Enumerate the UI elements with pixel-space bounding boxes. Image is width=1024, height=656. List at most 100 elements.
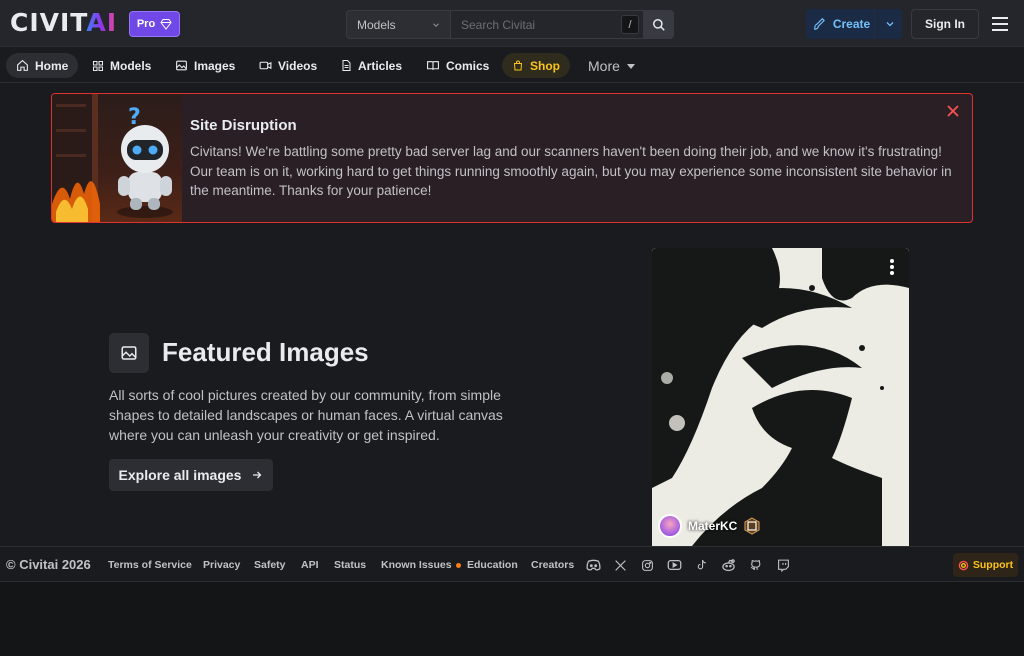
nav-label: More (588, 57, 620, 74)
card-username: MaterKC (688, 519, 738, 533)
card-creator[interactable]: MaterKC (658, 514, 761, 538)
search-input[interactable]: Search Civitai / (451, 10, 644, 39)
main-nav: Home Models Images Videos Articles Comic… (0, 47, 1024, 83)
footer-link-safety[interactable]: Safety (254, 559, 286, 571)
x-icon (614, 559, 626, 571)
status-dot (455, 562, 461, 568)
create-label: Create (832, 17, 871, 31)
footer-link-api[interactable]: API (301, 559, 319, 571)
search-category-select[interactable]: Models (346, 10, 451, 39)
brush-icon (813, 17, 825, 30)
reddit-link[interactable] (720, 557, 736, 573)
home-icon (17, 59, 28, 71)
page-bottom-area (0, 582, 1024, 656)
hamburger-menu-button[interactable] (989, 14, 1011, 34)
footer-link-privacy[interactable]: Privacy (203, 559, 240, 571)
create-main-button[interactable]: Create (806, 9, 878, 39)
nav-item-articles[interactable]: Articles (330, 53, 412, 78)
support-button[interactable]: Support (953, 553, 1018, 577)
nav-label: Articles (358, 58, 403, 73)
search-icon (653, 18, 665, 31)
nav-label: Models (110, 58, 152, 73)
copyright: © Civitai 2026 (6, 557, 91, 572)
nav-item-more[interactable]: More (578, 53, 646, 78)
svg-text:?: ? (128, 105, 141, 130)
avatar (658, 514, 682, 538)
featured-images-icon-box (109, 333, 149, 373)
sign-in-button[interactable]: Sign In (911, 9, 979, 39)
instagram-link[interactable] (639, 557, 655, 573)
dots-vertical-icon (890, 259, 894, 275)
known-issues-label: Known Issues (381, 559, 452, 571)
github-link[interactable] (747, 557, 763, 573)
robot-illustration: ? (52, 94, 182, 222)
nav-item-home[interactable]: Home (6, 53, 79, 78)
twitch-link[interactable] (775, 557, 791, 573)
nav-label: Comics (446, 58, 490, 73)
search-button[interactable] (644, 10, 674, 39)
search-placeholder: Search Civitai (461, 17, 536, 32)
nav-item-comics[interactable]: Comics (416, 53, 499, 78)
nav-label: Videos (278, 58, 318, 73)
twitch-icon (777, 559, 789, 572)
creator-badge-icon (744, 517, 760, 535)
tiktok-icon (697, 559, 706, 570)
x-link[interactable] (612, 557, 628, 573)
alert-title: Site Disruption (190, 117, 297, 134)
tiktok-link[interactable] (693, 557, 709, 573)
featured-image-card[interactable]: MaterKC (652, 248, 909, 546)
site-disruption-alert: ? Site Disruption Civitans! We're battli… (51, 93, 973, 223)
photo-icon (176, 60, 187, 71)
footer-link-creators[interactable]: Creators (531, 559, 574, 571)
nav-item-models[interactable]: Models (82, 53, 161, 78)
featured-artwork (652, 248, 909, 546)
chevron-down-icon (886, 22, 894, 27)
top-header: CIVITAI Pro Models Search Civitai / Crea… (0, 0, 1024, 47)
close-icon (947, 105, 959, 117)
card-options-button[interactable] (889, 258, 895, 276)
discord-link[interactable] (585, 557, 601, 573)
create-button: Create (806, 9, 902, 39)
logo-text: CIVITAI (10, 8, 118, 37)
reddit-icon (721, 558, 735, 571)
footer-link-known-issues[interactable]: Known Issues (381, 559, 461, 571)
civitai-logo[interactable]: CIVITAI (10, 8, 118, 37)
caret-down-icon (626, 63, 635, 69)
nav-item-images[interactable]: Images (165, 53, 245, 78)
nav-label: Images (194, 58, 236, 73)
menu-icon (992, 17, 1008, 31)
search-bar: Models Search Civitai / (346, 10, 674, 39)
grid-icon (93, 60, 103, 71)
discord-icon (585, 559, 601, 571)
featured-images-description: All sorts of cool pictures created by ou… (109, 387, 503, 443)
pro-label: Pro (136, 18, 156, 30)
shopping-bag-icon (513, 60, 523, 71)
github-icon (750, 560, 760, 570)
footer-link-education[interactable]: Education (467, 559, 518, 571)
nav-label: Home (35, 58, 69, 73)
footer-link-status[interactable]: Status (334, 559, 366, 571)
nav-item-shop[interactable]: Shop (502, 53, 570, 78)
search-category-label: Models (357, 17, 396, 32)
explore-label: Explore all images (118, 467, 242, 483)
youtube-icon (667, 560, 681, 570)
nav-label: Shop (530, 58, 560, 73)
alert-body: Civitans! We're battling some pretty bad… (190, 144, 952, 198)
book-icon (427, 61, 439, 70)
footer-link-terms[interactable]: Terms of Service (108, 559, 192, 571)
alert-close-button[interactable] (946, 104, 960, 118)
explore-all-images-button[interactable]: Explore all images (109, 459, 273, 491)
lifebuoy-icon (958, 560, 969, 570)
file-text-icon (342, 60, 351, 71)
diamond-icon (160, 19, 172, 30)
pro-button[interactable]: Pro (129, 11, 180, 37)
nav-item-videos[interactable]: Videos (249, 53, 327, 78)
search-shortcut-key: / (621, 15, 639, 34)
arrow-right-icon (253, 471, 262, 479)
video-icon (259, 61, 272, 70)
photo-icon (121, 346, 137, 360)
featured-images-title: Featured Images (162, 337, 369, 367)
instagram-icon (641, 559, 653, 571)
youtube-link[interactable] (666, 557, 682, 573)
create-dropdown-toggle[interactable] (878, 9, 902, 39)
